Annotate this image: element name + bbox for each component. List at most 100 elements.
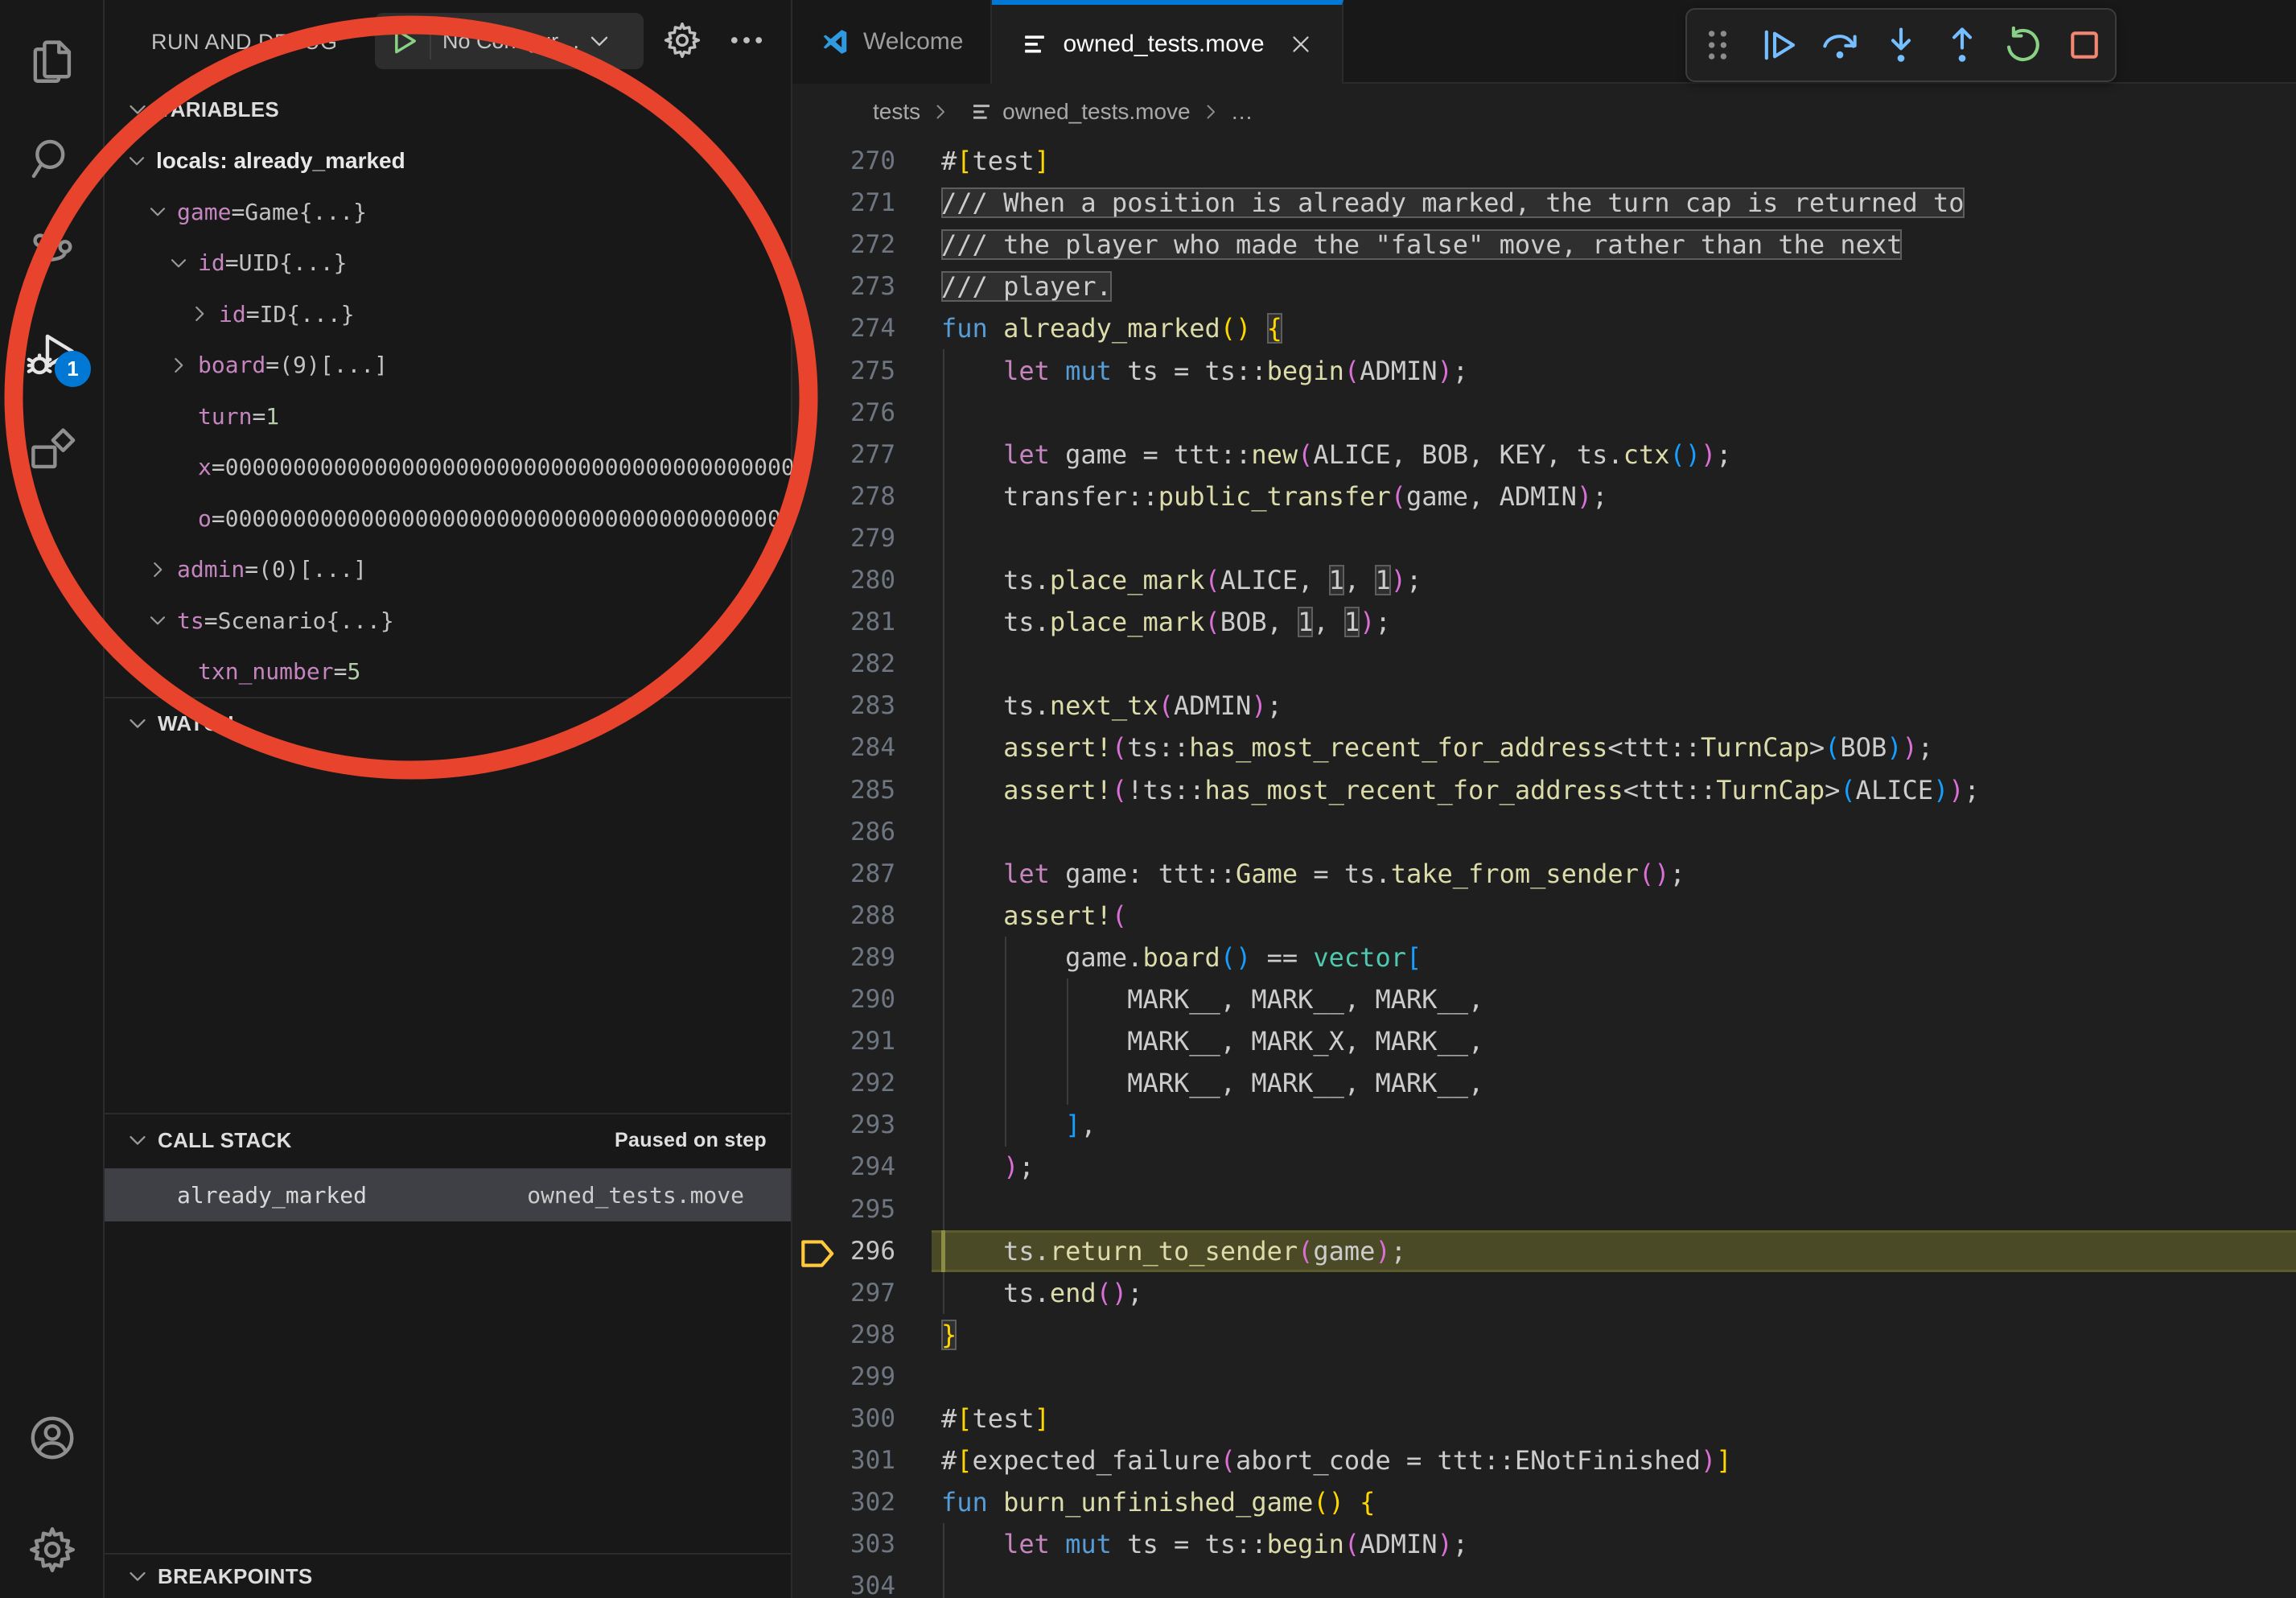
code-text: ], <box>941 1110 1097 1140</box>
toolbar-drag-handle[interactable] <box>1697 24 1738 66</box>
breadcrumb-item-file[interactable]: owned_tests.move <box>1002 99 1190 125</box>
divider <box>430 23 431 60</box>
line-number[interactable]: 273 <box>831 272 895 301</box>
extensions-icon <box>26 466 79 480</box>
line-number[interactable]: 295 <box>831 1195 895 1224</box>
line-number[interactable]: 300 <box>831 1404 895 1433</box>
line-number[interactable]: 293 <box>831 1110 895 1139</box>
line-number[interactable]: 292 <box>831 1069 895 1098</box>
activity-item-run-and-debug[interactable]: 1 <box>26 328 79 381</box>
breadcrumb-item-symbol[interactable]: … <box>1231 99 1253 125</box>
source-control-icon <box>26 270 79 284</box>
activity-item-account[interactable] <box>26 1411 79 1464</box>
line-number[interactable]: 291 <box>831 1027 895 1056</box>
line-number[interactable]: 274 <box>831 314 895 343</box>
line-number[interactable]: 299 <box>831 1362 895 1391</box>
variable-row-turn[interactable]: turn = 1 <box>105 391 852 443</box>
variables-section-header[interactable]: VARIABLES <box>105 84 791 135</box>
code-text: /// When a position is already marked, t… <box>941 187 1965 218</box>
equals-sign: = <box>245 556 258 583</box>
step-into-button[interactable] <box>1880 24 1922 66</box>
line-number[interactable]: 286 <box>831 818 895 846</box>
close-icon[interactable] <box>1287 31 1315 58</box>
variable-name: o <box>198 505 212 532</box>
debug-config-label: No Configur… <box>442 29 580 54</box>
line-number[interactable]: 287 <box>831 859 895 888</box>
code-text: assert!(ts::has_most_recent_for_address<… <box>941 732 1933 763</box>
line-number[interactable]: 283 <box>831 691 895 720</box>
variable-row-admin[interactable]: admin = (0)[...] <box>105 544 831 595</box>
code-text: MARK__, MARK_X, MARK__, <box>941 1026 1483 1056</box>
activity-item-source-control[interactable] <box>26 228 79 281</box>
variable-row-game[interactable]: game = Game{...} <box>105 187 831 238</box>
variable-name: admin <box>177 556 245 583</box>
line-number[interactable]: 284 <box>831 733 895 762</box>
step-out-button[interactable] <box>1941 24 1983 66</box>
call-stack-section-header[interactable]: CALL STACK Paused on step <box>105 1114 791 1166</box>
variable-row-id[interactable]: id = UID{...} <box>105 237 852 289</box>
line-number[interactable]: 301 <box>831 1446 895 1475</box>
variable-row-board[interactable]: board = (9)[...] <box>105 340 852 391</box>
line-number[interactable]: 282 <box>831 649 895 678</box>
stop-button[interactable] <box>2064 24 2105 66</box>
line-number[interactable]: 277 <box>831 440 895 469</box>
call-stack-frame[interactable]: already_markedowned_tests.move <box>105 1168 791 1221</box>
pause-status-badge: Paused on step <box>615 1129 767 1152</box>
line-number[interactable]: 294 <box>831 1152 895 1181</box>
code-line-278: 278 transfer::public_transfer(game, ADMI… <box>792 476 2296 517</box>
line-number[interactable]: 279 <box>831 524 895 553</box>
variable-row-x[interactable]: x = 000000000000000000000000000000000000… <box>105 442 852 493</box>
line-number[interactable]: 280 <box>831 566 895 595</box>
line-number[interactable]: 285 <box>831 776 895 805</box>
continue-button[interactable] <box>1758 24 1800 66</box>
tab-welcome[interactable]: Welcome <box>792 0 992 84</box>
line-number[interactable]: 278 <box>831 482 895 511</box>
play-icon[interactable] <box>386 23 422 59</box>
code-text: ts.end(); <box>941 1278 1142 1308</box>
editor-group: Welcomeowned_tests.move tests owned_test… <box>792 0 2296 1598</box>
breakpoints-section-header[interactable]: BREAKPOINTS <box>105 1555 791 1598</box>
code-area[interactable]: 270#[test]271/// When a position is alre… <box>792 140 2296 1598</box>
variable-row-txn_number[interactable]: txn_number = 5 <box>105 646 852 698</box>
code-line-272: 272/// the player who made the "false" m… <box>792 224 2296 266</box>
chevron-right-icon <box>166 352 191 378</box>
views-more-actions-button[interactable] <box>726 19 767 61</box>
variable-row-id[interactable]: id = ID{...} <box>105 289 873 340</box>
restart-button[interactable] <box>2002 24 2044 66</box>
line-number[interactable]: 304 <box>831 1571 895 1598</box>
line-number[interactable]: 297 <box>831 1279 895 1308</box>
line-number[interactable]: 276 <box>831 398 895 427</box>
line-number[interactable]: 272 <box>831 230 895 259</box>
variable-row-scope[interactable]: locals: already_marked <box>105 135 810 187</box>
line-number[interactable]: 303 <box>831 1530 895 1559</box>
line-number[interactable]: 281 <box>831 607 895 636</box>
activity-item-extensions[interactable] <box>26 423 79 476</box>
step-into-icon <box>1880 56 1922 69</box>
move-file-icon <box>969 99 994 125</box>
code-line-302: 302fun burn_unfinished_game() { <box>792 1481 2296 1523</box>
line-number[interactable]: 289 <box>831 943 895 972</box>
line-number[interactable]: 275 <box>831 356 895 385</box>
watch-section-header[interactable]: WATCH <box>105 698 791 748</box>
line-number[interactable]: 296 <box>831 1237 895 1266</box>
debug-settings-gear-button[interactable] <box>661 19 703 61</box>
line-number[interactable]: 288 <box>831 901 895 930</box>
line-number[interactable]: 271 <box>831 188 895 217</box>
line-number[interactable]: 290 <box>831 985 895 1014</box>
variable-row-ts[interactable]: ts = Scenario{...} <box>105 595 831 647</box>
code-line-276: 276 <box>792 392 2296 434</box>
tab-owned-tests-move[interactable]: owned_tests.move <box>992 0 1343 84</box>
activity-item-search[interactable] <box>26 133 79 186</box>
variable-row-o[interactable]: o = 000000000000000000000000000000000000… <box>105 493 852 545</box>
step-over-button[interactable] <box>1819 24 1861 66</box>
line-number[interactable]: 302 <box>831 1488 895 1517</box>
variable-value: ID{...} <box>260 301 355 327</box>
variable-value: UID{...} <box>239 249 348 276</box>
line-number[interactable]: 270 <box>831 146 895 175</box>
activity-item-settings-gear[interactable] <box>26 1523 79 1576</box>
activity-item-explorer[interactable] <box>26 35 79 88</box>
equals-sign: = <box>204 607 218 634</box>
debug-config-picker[interactable]: No Configur… <box>375 13 644 69</box>
line-number[interactable]: 298 <box>831 1320 895 1349</box>
breadcrumb-item-tests[interactable]: tests <box>873 99 920 125</box>
